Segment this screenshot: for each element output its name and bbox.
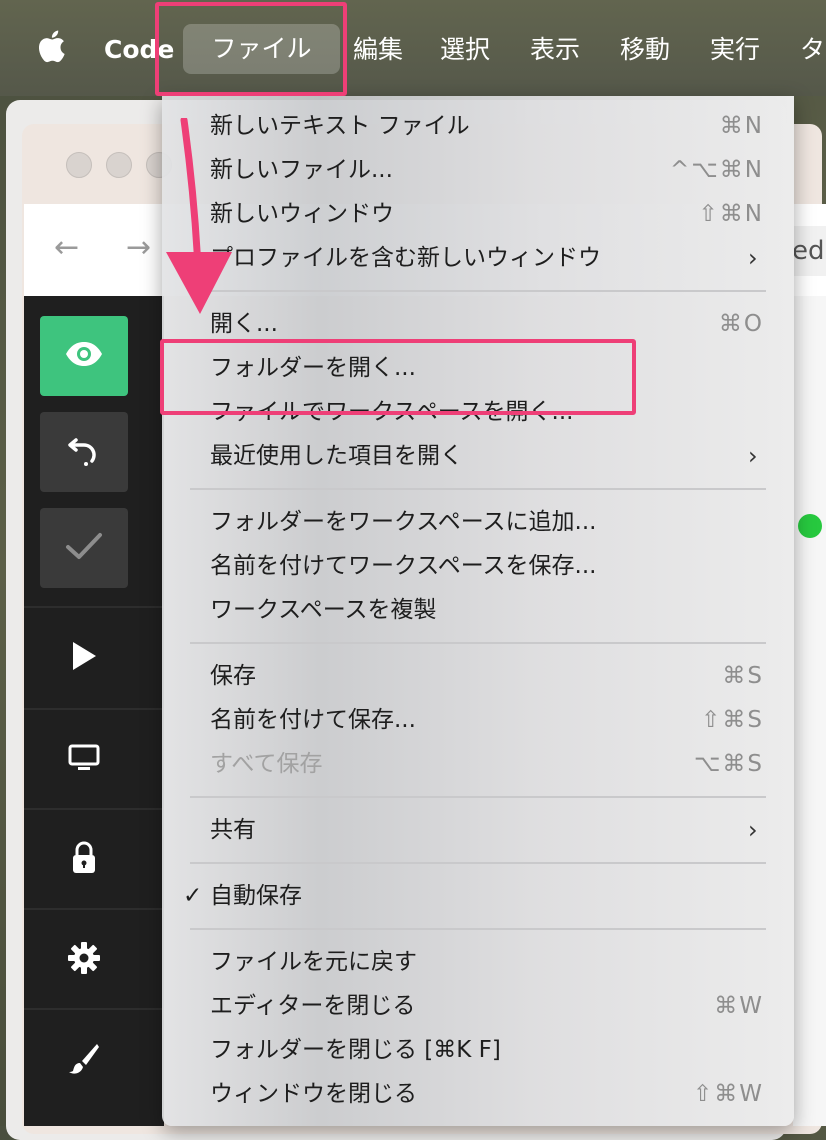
- shortcut-save-as: ⇧⌘S: [701, 707, 764, 733]
- arrow-right-icon[interactable]: →: [126, 228, 151, 268]
- check-icon: [64, 531, 104, 565]
- window-minimize-button[interactable]: [106, 152, 132, 178]
- chevron-right-icon: ›: [748, 244, 758, 272]
- sidebar-divider: [24, 708, 164, 710]
- menu-separator: [190, 642, 766, 644]
- preview-button[interactable]: [40, 316, 128, 396]
- content-pane: [793, 296, 826, 1126]
- highlight-box-file-menu: [155, 2, 347, 96]
- status-indicator: [798, 514, 822, 538]
- edit-tab-fragment[interactable]: edit: [792, 226, 826, 276]
- lock-icon: [71, 841, 97, 879]
- annotation-arrow: [150, 116, 250, 322]
- menu-item-save-workspace-as[interactable]: 名前を付けてワークスペースを保存...: [210, 546, 596, 586]
- checkmark-icon: ✓: [183, 883, 203, 909]
- edit-menu[interactable]: 編集: [353, 28, 403, 72]
- confirm-button[interactable]: [40, 508, 128, 588]
- shortcut-open: ⌘O: [718, 311, 764, 337]
- go-menu[interactable]: 移動: [620, 28, 670, 72]
- revert-button[interactable]: [40, 412, 128, 492]
- play-icon: [70, 640, 98, 676]
- shortcut-save: ⌘S: [722, 663, 764, 689]
- menu-item-add-folder-to-workspace[interactable]: フォルダーをワークスペースに追加...: [210, 502, 596, 542]
- shortcut-save-all: ⌥⌘S: [693, 751, 764, 777]
- menu-item-save-as[interactable]: 名前を付けて保存...: [210, 700, 416, 740]
- menu-item-revert-file[interactable]: ファイルを元に戻す: [210, 942, 417, 982]
- menu-item-save[interactable]: 保存: [210, 656, 256, 696]
- undo-icon: [66, 432, 102, 472]
- menu-item-share[interactable]: 共有: [210, 810, 256, 850]
- sidebar-divider: [24, 1008, 164, 1010]
- menu-item-close-editor[interactable]: エディターを閉じる: [210, 986, 415, 1026]
- monitor-icon: [68, 744, 100, 776]
- menu-item-close-window[interactable]: ウィンドウを閉じる: [210, 1074, 417, 1114]
- view-menu[interactable]: 表示: [530, 28, 580, 72]
- shortcut-new-text-file: ⌘N: [719, 113, 764, 139]
- menu-item-close-folder[interactable]: フォルダーを閉じる [⌘K F]: [210, 1030, 501, 1070]
- gear-icon: [67, 941, 101, 979]
- sidebar-divider: [24, 908, 164, 910]
- sidebar-divider: [24, 808, 164, 810]
- shortcut-new-window: ⇧⌘N: [698, 201, 764, 227]
- selection-menu[interactable]: 選択: [440, 28, 490, 72]
- display-button[interactable]: [40, 730, 128, 790]
- arrow-left-icon[interactable]: ←: [54, 228, 79, 268]
- menu-separator: [190, 862, 766, 864]
- menu-separator: [190, 488, 766, 490]
- menu-separator: [190, 796, 766, 798]
- apple-logo-icon[interactable]: [36, 27, 66, 67]
- menu-item-save-all: すべて保存: [210, 751, 323, 777]
- terminal-menu-partial[interactable]: タ: [800, 28, 825, 72]
- shortcut-close-editor: ⌘W: [714, 993, 764, 1019]
- menu-item-duplicate-workspace[interactable]: ワークスペースを複製: [210, 590, 437, 630]
- sidebar-divider: [24, 606, 164, 608]
- lock-button[interactable]: [40, 830, 128, 890]
- brush-icon: [67, 1041, 101, 1079]
- menu-item-auto-save[interactable]: 自動保存: [210, 876, 302, 916]
- menu-separator: [190, 290, 766, 292]
- highlight-box-open-folder: [160, 339, 636, 415]
- window-close-button[interactable]: [66, 152, 92, 178]
- settings-button[interactable]: [40, 930, 128, 990]
- chevron-right-icon: ›: [748, 442, 758, 470]
- shortcut-new-file: ^⌥⌘N: [670, 157, 764, 183]
- menu-item-new-window-with-profile[interactable]: プロファイルを含む新しいウィンドウ: [210, 238, 601, 278]
- theme-button[interactable]: [40, 1030, 128, 1090]
- eye-icon: [64, 340, 104, 372]
- play-button[interactable]: [40, 628, 128, 688]
- run-menu[interactable]: 実行: [710, 28, 760, 72]
- menu-item-open-recent[interactable]: 最近使用した項目を開く: [210, 436, 463, 476]
- menu-separator: [190, 928, 766, 930]
- shortcut-close-window: ⇧⌘W: [692, 1081, 764, 1107]
- chevron-right-icon: ›: [748, 816, 758, 844]
